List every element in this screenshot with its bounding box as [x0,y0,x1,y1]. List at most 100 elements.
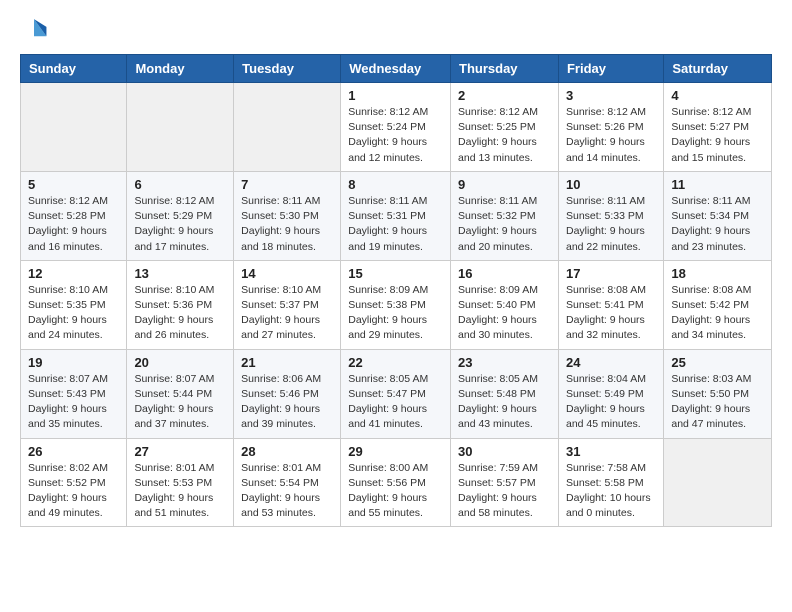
calendar-day-cell: 3Sunrise: 8:12 AMSunset: 5:26 PMDaylight… [558,83,663,172]
day-number: 29 [348,444,443,459]
day-info: Sunrise: 8:05 AMSunset: 5:48 PMDaylight:… [458,372,551,433]
day-number: 22 [348,355,443,370]
day-number: 4 [671,88,764,103]
calendar-day-cell [127,83,234,172]
day-info: Sunrise: 8:04 AMSunset: 5:49 PMDaylight:… [566,372,656,433]
calendar-day-cell: 4 Sunrise: 8:12 AMSunset: 5:27 PMDaylight… [664,83,772,172]
day-number: 12 [28,266,119,281]
day-number: 30 [458,444,551,459]
calendar-table: SundayMondayTuesdayWednesdayThursdayFrid… [20,54,772,527]
day-info: Sunrise: 8:06 AMSunset: 5:46 PMDaylight:… [241,372,333,433]
day-info: Sunrise: 8:12 AMSunset: 5:26 PMDaylight:… [566,105,656,166]
day-info: Sunrise: 8:02 AMSunset: 5:52 PMDaylight:… [28,461,119,522]
calendar-day-cell: 19 Sunrise: 8:07 AMSunset: 5:43 PMDayligh… [21,349,127,438]
day-info: Sunrise: 8:09 AMSunset: 5:38 PMDaylight:… [348,283,443,344]
day-info: Sunrise: 7:58 AMSunset: 5:58 PMDaylight:… [566,461,656,522]
day-number: 2 [458,88,551,103]
day-info: Sunrise: 8:00 AMSunset: 5:56 PMDaylight:… [348,461,443,522]
day-number: 9 [458,177,551,192]
logo-icon [20,16,48,44]
page: SundayMondayTuesdayWednesdayThursdayFrid… [0,0,792,543]
day-info: Sunrise: 8:05 AMSunset: 5:47 PMDaylight:… [348,372,443,433]
day-info: Sunrise: 8:11 AMSunset: 5:34 PMDaylight:… [671,194,764,255]
calendar-week-row: 26 Sunrise: 8:02 AMSunset: 5:52 PMDayligh… [21,438,772,527]
logo [20,16,52,44]
day-number: 11 [671,177,764,192]
day-info: Sunrise: 8:03 AMSunset: 5:50 PMDaylight:… [671,372,764,433]
day-info: Sunrise: 8:12 AMSunset: 5:27 PMDaylight:… [671,105,764,166]
calendar-day-cell [21,83,127,172]
calendar-day-header: Friday [558,55,663,83]
calendar-day-cell: 28Sunrise: 8:01 AMSunset: 5:54 PMDayligh… [234,438,341,527]
day-info: Sunrise: 8:11 AMSunset: 5:33 PMDaylight:… [566,194,656,255]
calendar-day-cell: 29 Sunrise: 8:00 AMSunset: 5:56 PMDayligh… [341,438,451,527]
day-number: 16 [458,266,551,281]
day-number: 5 [28,177,119,192]
calendar-day-cell: 11 Sunrise: 8:11 AMSunset: 5:34 PMDayligh… [664,171,772,260]
calendar-day-cell: 12 Sunrise: 8:10 AMSunset: 5:35 PMDayligh… [21,260,127,349]
calendar-day-header: Thursday [451,55,559,83]
day-info: Sunrise: 8:11 AMSunset: 5:30 PMDaylight:… [241,194,333,255]
calendar-day-cell: 16 Sunrise: 8:09 AMSunset: 5:40 PMDayligh… [451,260,559,349]
day-info: Sunrise: 8:10 AMSunset: 5:36 PMDaylight:… [134,283,226,344]
calendar-day-header: Wednesday [341,55,451,83]
calendar-day-cell: 17 Sunrise: 8:08 AMSunset: 5:41 PMDayligh… [558,260,663,349]
calendar-day-cell: 5 Sunrise: 8:12 AMSunset: 5:28 PMDaylight… [21,171,127,260]
day-info: Sunrise: 8:11 AMSunset: 5:32 PMDaylight:… [458,194,551,255]
day-number: 19 [28,355,119,370]
day-info: Sunrise: 8:12 AMSunset: 5:29 PMDaylight:… [134,194,226,255]
calendar-day-cell: 14 Sunrise: 8:10 AMSunset: 5:37 PMDayligh… [234,260,341,349]
day-info: Sunrise: 8:12 AMSunset: 5:28 PMDaylight:… [28,194,119,255]
day-number: 31 [566,444,656,459]
day-number: 13 [134,266,226,281]
day-info: Sunrise: 8:11 AMSunset: 5:31 PMDaylight:… [348,194,443,255]
day-number: 10 [566,177,656,192]
day-info: Sunrise: 8:12 AMSunset: 5:25 PMDaylight:… [458,105,551,166]
day-number: 15 [348,266,443,281]
day-info: Sunrise: 7:59 AMSunset: 5:57 PMDaylight:… [458,461,551,522]
calendar-day-cell: 24 Sunrise: 8:04 AMSunset: 5:49 PMDayligh… [558,349,663,438]
calendar-day-cell: 26 Sunrise: 8:02 AMSunset: 5:52 PMDayligh… [21,438,127,527]
day-number: 26 [28,444,119,459]
calendar-day-cell: 25 Sunrise: 8:03 AMSunset: 5:50 PMDayligh… [664,349,772,438]
calendar-day-cell [234,83,341,172]
calendar-day-cell: 23 Sunrise: 8:05 AMSunset: 5:48 PMDayligh… [451,349,559,438]
calendar-day-header: Tuesday [234,55,341,83]
day-number: 27 [134,444,226,459]
calendar-header-row: SundayMondayTuesdayWednesdayThursdayFrid… [21,55,772,83]
day-number: 23 [458,355,551,370]
day-info: Sunrise: 8:10 AMSunset: 5:37 PMDaylight:… [241,283,333,344]
day-number: 17 [566,266,656,281]
calendar-day-cell: 2 Sunrise: 8:12 AMSunset: 5:25 PMDaylight… [451,83,559,172]
calendar-day-header: Saturday [664,55,772,83]
day-number: 18 [671,266,764,281]
calendar-week-row: 5 Sunrise: 8:12 AMSunset: 5:28 PMDaylight… [21,171,772,260]
calendar-day-header: Sunday [21,55,127,83]
calendar-week-row: 19 Sunrise: 8:07 AMSunset: 5:43 PMDayligh… [21,349,772,438]
day-number: 1 [348,88,443,103]
day-info: Sunrise: 8:07 AMSunset: 5:43 PMDaylight:… [28,372,119,433]
day-info: Sunrise: 8:10 AMSunset: 5:35 PMDaylight:… [28,283,119,344]
calendar-day-cell: 10 Sunrise: 8:11 AMSunset: 5:33 PMDayligh… [558,171,663,260]
day-number: 14 [241,266,333,281]
calendar-day-cell: 15 Sunrise: 8:09 AMSunset: 5:38 PMDayligh… [341,260,451,349]
calendar-day-cell: 30 Sunrise: 7:59 AMSunset: 5:57 PMDayligh… [451,438,559,527]
day-number: 25 [671,355,764,370]
day-info: Sunrise: 8:07 AMSunset: 5:44 PMDaylight:… [134,372,226,433]
calendar-week-row: 1Sunrise: 8:12 AMSunset: 5:24 PMDaylight… [21,83,772,172]
day-number: 6 [134,177,226,192]
day-number: 20 [134,355,226,370]
day-number: 24 [566,355,656,370]
calendar-day-cell: 21 Sunrise: 8:06 AMSunset: 5:46 PMDayligh… [234,349,341,438]
calendar-day-cell: 1Sunrise: 8:12 AMSunset: 5:24 PMDaylight… [341,83,451,172]
calendar-day-cell: 31 Sunrise: 7:58 AMSunset: 5:58 PMDayligh… [558,438,663,527]
day-info: Sunrise: 8:08 AMSunset: 5:41 PMDaylight:… [566,283,656,344]
calendar-day-cell: 7 Sunrise: 8:11 AMSunset: 5:30 PMDaylight… [234,171,341,260]
calendar-day-cell: 20 Sunrise: 8:07 AMSunset: 5:44 PMDayligh… [127,349,234,438]
day-info: Sunrise: 8:09 AMSunset: 5:40 PMDaylight:… [458,283,551,344]
day-number: 7 [241,177,333,192]
calendar-day-cell: 18Sunrise: 8:08 AMSunset: 5:42 PMDayligh… [664,260,772,349]
day-number: 21 [241,355,333,370]
day-info: Sunrise: 8:01 AMSunset: 5:53 PMDaylight:… [134,461,226,522]
header [20,16,772,44]
